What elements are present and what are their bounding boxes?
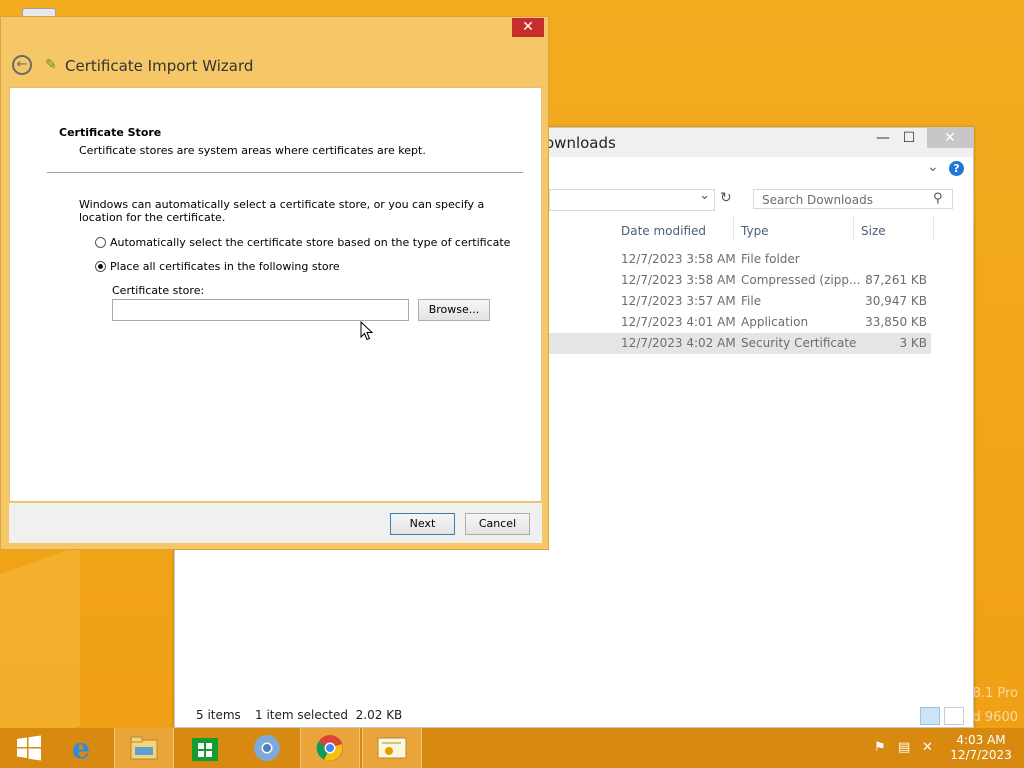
intro-text: Windows can automatically select a certi… bbox=[79, 198, 485, 224]
column-separator[interactable] bbox=[733, 217, 734, 239]
radio-place-in-store[interactable] bbox=[95, 261, 106, 272]
start-button[interactable] bbox=[0, 728, 58, 768]
mouse-cursor-icon bbox=[360, 321, 373, 341]
column-size[interactable]: Size bbox=[861, 224, 886, 238]
clock[interactable]: 4:03 AM 12/7/2023 bbox=[946, 733, 1016, 763]
column-separator[interactable] bbox=[853, 217, 854, 239]
wizard-close-button[interactable]: ✕ bbox=[512, 18, 544, 37]
divider bbox=[47, 172, 523, 173]
taskbar-store[interactable] bbox=[176, 728, 234, 768]
taskbar-chrome[interactable] bbox=[300, 728, 360, 768]
internet-explorer-icon: e bbox=[72, 731, 90, 765]
desktop-decoration bbox=[0, 545, 80, 755]
radio-auto-select[interactable] bbox=[95, 237, 106, 248]
maximize-button[interactable]: ☐ bbox=[895, 128, 923, 148]
file-date: 12/7/2023 3:58 AM bbox=[621, 273, 736, 287]
file-type: File bbox=[741, 294, 762, 308]
search-input[interactable]: Search Downloads bbox=[753, 189, 953, 209]
radio-selected-dot bbox=[98, 264, 103, 269]
status-bar: 5 items 1 item selected 2.02 KB bbox=[175, 703, 973, 727]
section-description: Certificate stores are system areas wher… bbox=[79, 144, 426, 157]
taskbar-file-explorer[interactable] bbox=[114, 728, 174, 768]
status-item-count: 5 items bbox=[196, 708, 241, 722]
chrome-icon bbox=[316, 735, 343, 761]
file-type: File folder bbox=[741, 252, 800, 266]
column-type[interactable]: Type bbox=[741, 224, 769, 238]
refresh-icon[interactable]: ↻ bbox=[720, 190, 732, 206]
search-icon[interactable]: ⚲ bbox=[933, 191, 943, 206]
network-icon[interactable]: ▤ bbox=[898, 740, 910, 755]
certificate-store-label: Certificate store: bbox=[112, 284, 205, 297]
windows-logo-icon bbox=[17, 735, 41, 761]
file-type: Application bbox=[741, 315, 809, 329]
clock-time: 4:03 AM bbox=[956, 733, 1006, 747]
cancel-button[interactable]: Cancel bbox=[465, 513, 530, 535]
certificate-store-field[interactable] bbox=[112, 299, 409, 321]
taskbar-certificate-wizard[interactable] bbox=[362, 728, 422, 768]
file-date: 12/7/2023 4:02 AM bbox=[621, 336, 736, 350]
wizard-body: Certificate Store Certificate stores are… bbox=[9, 87, 542, 502]
section-heading: Certificate Store bbox=[59, 126, 162, 139]
column-date-modified[interactable]: Date modified bbox=[621, 224, 706, 238]
file-size: 30,947 KB bbox=[865, 294, 927, 308]
taskbar-chromium[interactable] bbox=[238, 728, 296, 768]
edition-watermark-line2: d 9600 bbox=[972, 710, 1018, 725]
file-size: 3 KB bbox=[899, 336, 927, 350]
chromium-icon bbox=[254, 735, 280, 761]
file-date: 12/7/2023 3:58 AM bbox=[621, 252, 736, 266]
taskbar-internet-explorer[interactable]: e bbox=[52, 728, 110, 768]
certificate-icon bbox=[377, 737, 407, 759]
file-type: Security Certificate bbox=[741, 336, 857, 350]
next-button[interactable]: Next bbox=[390, 513, 455, 535]
taskbar: e ⚑ ▤ ✕ 4:03 AM 12/7/2023 bbox=[0, 728, 1024, 768]
wizard-title: Certificate Import Wizard bbox=[65, 57, 254, 75]
file-type: Compressed (zipp... bbox=[741, 273, 861, 287]
clock-date: 12/7/2023 bbox=[950, 748, 1012, 762]
file-size: 33,850 KB bbox=[865, 315, 927, 329]
back-arrow-icon[interactable]: ← bbox=[12, 55, 32, 75]
browse-button[interactable]: Browse... bbox=[418, 299, 490, 321]
action-center-flag-icon[interactable]: ⚑ bbox=[874, 740, 886, 755]
file-date: 12/7/2023 3:57 AM bbox=[621, 294, 736, 308]
wizard-footer: Next Cancel bbox=[9, 503, 542, 543]
address-bar[interactable]: ⌄ bbox=[549, 188, 715, 211]
volume-muted-icon[interactable]: ✕ bbox=[922, 740, 933, 755]
file-row[interactable]: 12/7/2023 3:58 AM Compressed (zipp... 87… bbox=[549, 270, 931, 291]
column-separator[interactable] bbox=[933, 217, 934, 239]
file-size: 87,261 KB bbox=[865, 273, 927, 287]
edition-watermark-line1: 8.1 Pro bbox=[972, 686, 1018, 701]
address-dropdown-icon[interactable]: ⌄ bbox=[699, 188, 710, 203]
status-selection: 1 item selected 2.02 KB bbox=[255, 708, 403, 722]
file-date: 12/7/2023 4:01 AM bbox=[621, 315, 736, 329]
file-row-selected[interactable]: 12/7/2023 4:02 AM Security Certificate 3… bbox=[549, 333, 931, 354]
details-view-icon[interactable] bbox=[920, 707, 940, 725]
certificate-import-wizard: ✕ ← ✎ Certificate Import Wizard Certific… bbox=[0, 16, 549, 550]
store-icon bbox=[192, 738, 218, 761]
large-icons-view-icon[interactable] bbox=[944, 707, 964, 725]
help-icon[interactable]: ? bbox=[949, 161, 964, 176]
expand-ribbon-icon[interactable]: ⌄ bbox=[927, 159, 939, 175]
explorer-title: ownloads bbox=[545, 134, 616, 152]
radio-place-in-store-label[interactable]: Place all certificates in the following … bbox=[110, 260, 340, 273]
folder-icon bbox=[130, 736, 158, 760]
minimize-button[interactable]: — bbox=[869, 128, 897, 148]
radio-auto-select-label[interactable]: Automatically select the certificate sto… bbox=[110, 236, 510, 249]
file-row[interactable]: 12/7/2023 4:01 AM Application 33,850 KB bbox=[549, 312, 931, 333]
file-row[interactable]: 12/7/2023 3:57 AM File 30,947 KB bbox=[549, 291, 931, 312]
explorer-close-button[interactable]: ✕ bbox=[927, 128, 973, 148]
certificate-icon: ✎ bbox=[45, 57, 57, 73]
file-row[interactable]: 12/7/2023 3:58 AM File folder bbox=[549, 249, 931, 270]
